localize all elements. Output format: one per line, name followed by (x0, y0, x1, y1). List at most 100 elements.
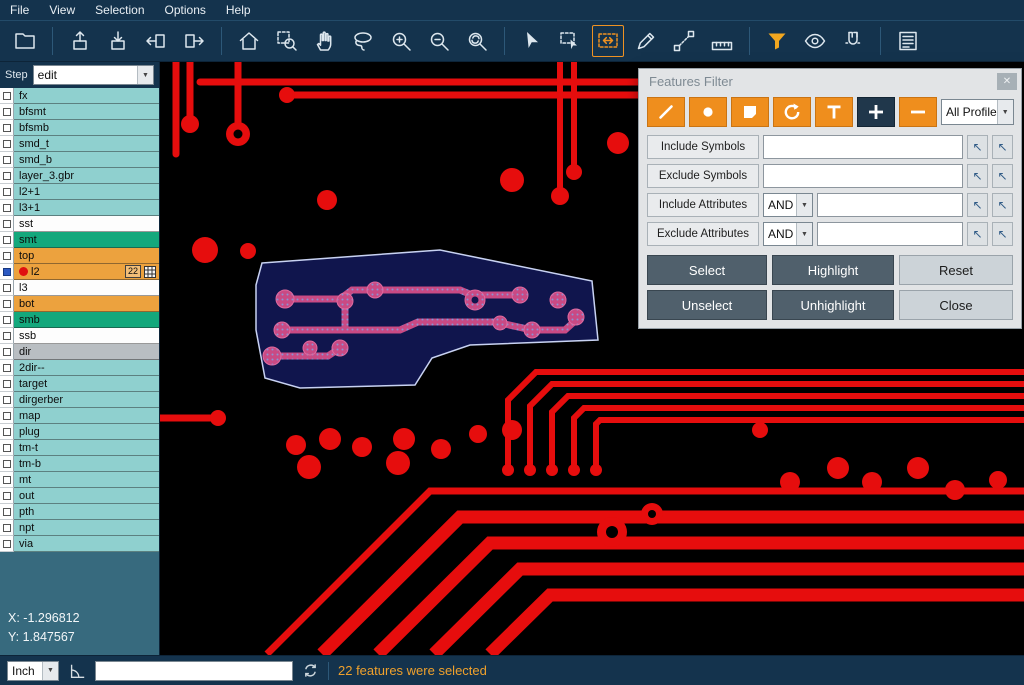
layer-visibility-checkbox[interactable] (0, 136, 14, 152)
lasso-select-icon[interactable] (347, 25, 379, 57)
layer-label[interactable]: smb (14, 312, 159, 328)
layer-label[interactable]: dirgerber (14, 392, 159, 408)
layer-row-via[interactable]: via (0, 536, 159, 552)
features-filter-icon[interactable] (761, 25, 793, 57)
layer-row-plug[interactable]: plug (0, 424, 159, 440)
layer-label[interactable]: dir (14, 344, 159, 360)
layer-row-target[interactable]: target (0, 376, 159, 392)
menu-item-file[interactable]: File (0, 0, 39, 20)
layer-visibility-checkbox[interactable] (0, 264, 14, 280)
layer-visibility-checkbox[interactable] (0, 408, 14, 424)
mass-edit-icon[interactable] (630, 25, 662, 57)
layer-label[interactable]: target (14, 376, 159, 392)
layer-label[interactable]: top (14, 248, 159, 264)
layer-label[interactable]: out (14, 488, 159, 504)
command-input[interactable] (95, 661, 293, 681)
layer-label[interactable]: via (14, 536, 159, 552)
layer-label[interactable]: layer_3.gbr (14, 168, 159, 184)
line-tool[interactable] (647, 97, 685, 127)
layer-label[interactable]: map (14, 408, 159, 424)
filter-row-input[interactable] (763, 135, 963, 159)
layer-visibility-checkbox[interactable] (0, 504, 14, 520)
layer-row-dir[interactable]: dir (0, 344, 159, 360)
menu-item-options[interactable]: Options (155, 0, 216, 20)
layer-visibility-checkbox[interactable] (0, 232, 14, 248)
layer-label[interactable]: smd_b (14, 152, 159, 168)
filter-row-input[interactable] (817, 193, 963, 217)
select-button[interactable]: Select (647, 255, 767, 285)
arc-tool[interactable] (773, 97, 811, 127)
layer-row-l2[interactable]: l222 (0, 264, 159, 280)
select-window-icon[interactable] (554, 25, 586, 57)
export-right-icon[interactable] (178, 25, 210, 57)
layer-visibility-checkbox[interactable] (0, 312, 14, 328)
surface-tool[interactable] (731, 97, 769, 127)
snap-icon[interactable] (837, 25, 869, 57)
layer-row-smd_t[interactable]: smd_t (0, 136, 159, 152)
pick-add-icon[interactable]: ↖ (992, 193, 1013, 217)
layer-label[interactable]: bot (14, 296, 159, 312)
layer-row-bot[interactable]: bot (0, 296, 159, 312)
menu-item-view[interactable]: View (39, 0, 85, 20)
layer-label[interactable]: smt (14, 232, 159, 248)
layer-label[interactable]: pth (14, 504, 159, 520)
unit-select[interactable]: Inch ▼ (7, 661, 59, 681)
layer-label[interactable]: sst (14, 216, 159, 232)
operator-select[interactable]: AND▼ (763, 193, 813, 217)
layer-label[interactable]: plug (14, 424, 159, 440)
zoom-reset-icon[interactable] (461, 25, 493, 57)
layer-label[interactable]: l3 (14, 280, 159, 296)
pick-from-canvas-icon[interactable]: ↖ (967, 164, 988, 188)
layer-visibility-checkbox[interactable] (0, 424, 14, 440)
filter-row-label[interactable]: Include Symbols (647, 135, 759, 159)
layer-row-ssb[interactable]: ssb (0, 328, 159, 344)
operator-select[interactable]: AND▼ (763, 222, 813, 246)
layer-visibility-checkbox[interactable] (0, 456, 14, 472)
highlight-button[interactable]: Highlight (772, 255, 894, 285)
layer-label[interactable]: smd_t (14, 136, 159, 152)
layer-row-tm-b[interactable]: tm-b (0, 456, 159, 472)
layer-visibility-checkbox[interactable] (0, 120, 14, 136)
pick-add-icon[interactable]: ↖ (992, 222, 1013, 246)
layer-row-out[interactable]: out (0, 488, 159, 504)
layer-visibility-checkbox[interactable] (0, 296, 14, 312)
layer-label[interactable]: bfsmb (14, 120, 159, 136)
layer-row-smt[interactable]: smt (0, 232, 159, 248)
zoom-window-icon[interactable] (271, 25, 303, 57)
layer-row-smd_b[interactable]: smd_b (0, 152, 159, 168)
layer-row-mt[interactable]: mt (0, 472, 159, 488)
layers-panel-icon[interactable] (892, 25, 924, 57)
layer-row-npt[interactable]: npt (0, 520, 159, 536)
select-features-icon[interactable] (592, 25, 624, 57)
layer-label[interactable]: npt (14, 520, 159, 536)
add-tool[interactable] (857, 97, 895, 127)
layer-visibility-checkbox[interactable] (0, 344, 14, 360)
zoom-out-icon[interactable] (423, 25, 455, 57)
layer-label[interactable]: ssb (14, 328, 159, 344)
layer-row-layer_3.gbr[interactable]: layer_3.gbr (0, 168, 159, 184)
layer-label[interactable]: l2+1 (14, 184, 159, 200)
measure-distance-icon[interactable] (668, 25, 700, 57)
unselect-button[interactable]: Unselect (647, 290, 767, 320)
pick-from-canvas-icon[interactable]: ↖ (967, 135, 988, 159)
pick-add-icon[interactable]: ↖ (992, 164, 1013, 188)
profile-select[interactable]: All Profile▼ (941, 99, 1014, 125)
layer-label[interactable]: tm-t (14, 440, 159, 456)
layer-row-smb[interactable]: smb (0, 312, 159, 328)
layer-label[interactable]: fx (14, 88, 159, 104)
layer-row-pth[interactable]: pth (0, 504, 159, 520)
pick-add-icon[interactable]: ↖ (992, 135, 1013, 159)
layer-row-tm-t[interactable]: tm-t (0, 440, 159, 456)
measure-corner-icon[interactable] (68, 662, 86, 680)
zoom-in-icon[interactable] (385, 25, 417, 57)
layer-visibility-checkbox[interactable] (0, 184, 14, 200)
filter-row-label[interactable]: Exclude Attributes (647, 222, 759, 246)
unhighlight-button[interactable]: Unhighlight (772, 290, 894, 320)
layer-row-top[interactable]: top (0, 248, 159, 264)
close-icon[interactable]: ✕ (997, 73, 1017, 90)
close-button[interactable]: Close (899, 290, 1013, 320)
layer-visibility-checkbox[interactable] (0, 152, 14, 168)
filter-row-input[interactable] (817, 222, 963, 246)
layer-visibility-checkbox[interactable] (0, 88, 14, 104)
layer-visibility-checkbox[interactable] (0, 360, 14, 376)
